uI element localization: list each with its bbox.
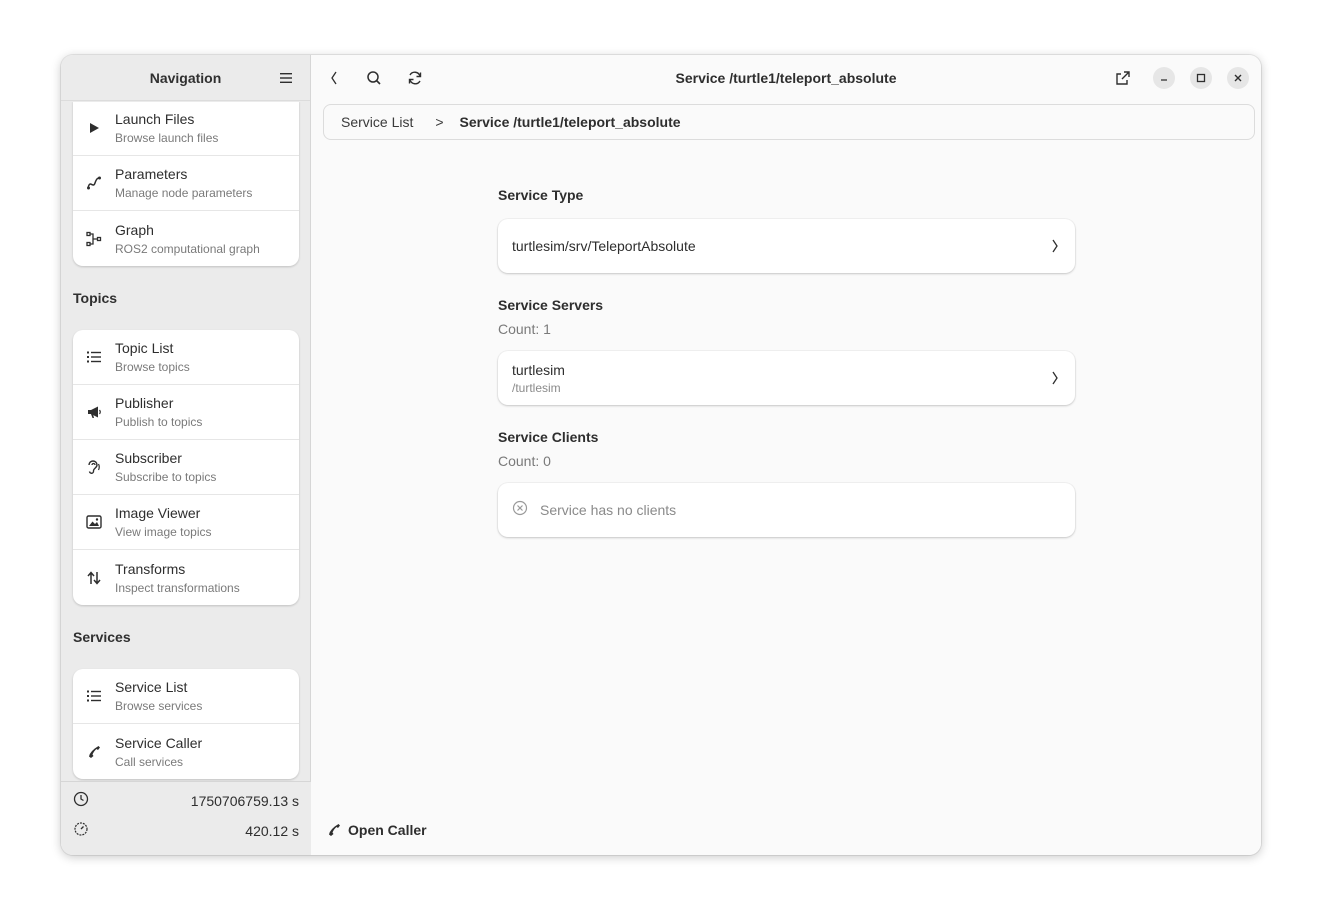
sidebar-scroll-area[interactable]: Launch Files Browse launch files Paramet… xyxy=(61,102,311,781)
image-icon xyxy=(73,515,115,529)
sidebar-item-label: Parameters xyxy=(115,166,188,182)
sidebar-item-service-list[interactable]: Service List Browse services xyxy=(73,669,299,724)
sidebar-item-publisher[interactable]: Publisher Publish to topics xyxy=(73,385,299,440)
sidebar: Navigation Launch Files Browse launch fi… xyxy=(61,55,311,855)
nav-group-topics: Topic List Browse topics Publisher Publi… xyxy=(73,330,299,605)
transform-arrows-icon xyxy=(73,570,115,586)
sidebar-item-label: Launch Files xyxy=(115,111,195,127)
sidebar-item-subtitle: Publish to topics xyxy=(115,415,203,429)
sidebar-item-label: Publisher xyxy=(115,395,174,411)
ear-icon xyxy=(73,459,115,475)
sidebar-item-subtitle: Browse services xyxy=(115,699,203,713)
wall-time-row: 1750706759.13 s xyxy=(61,786,311,816)
sidebar-item-parameters[interactable]: Parameters Manage node parameters xyxy=(73,156,299,211)
open-external-icon[interactable] xyxy=(1111,66,1135,90)
sidebar-item-subtitle: Call services xyxy=(115,754,184,769)
server-row[interactable]: turtlesim /turtlesim xyxy=(498,351,1075,405)
sidebar-item-subtitle: Browse topics xyxy=(115,360,190,374)
service-servers-heading: Service Servers xyxy=(498,297,604,313)
clients-empty-state: Service has no clients xyxy=(498,483,1075,537)
elapsed-time-row: 420.12 s xyxy=(61,816,311,846)
hamburger-menu-icon[interactable] xyxy=(278,70,294,86)
maximize-button[interactable] xyxy=(1190,67,1212,89)
breadcrumb-current: Service /turtle1/teleport_absolute xyxy=(459,114,681,130)
sidebar-item-subscriber[interactable]: Subscriber Subscribe to topics xyxy=(73,440,299,495)
list-icon xyxy=(73,690,115,702)
sidebar-item-label: Image Viewer xyxy=(115,505,201,521)
sidebar-item-image-viewer[interactable]: Image Viewer View image topics xyxy=(73,495,299,550)
sidebar-item-label: Topic List xyxy=(115,340,174,356)
parameters-icon xyxy=(73,175,115,191)
sidebar-item-subtitle: Manage node parameters xyxy=(115,186,253,200)
service-clients-count: Count: 0 xyxy=(498,453,551,469)
sidebar-item-subtitle: Inspect transformations xyxy=(115,580,240,595)
header-bar: Service /turtle1/teleport_absolute xyxy=(311,55,1261,101)
stopwatch-icon xyxy=(73,821,89,842)
sidebar-item-subtitle: View image topics xyxy=(115,525,212,539)
main-panel: Service /turtle1/teleport_absolute Servi… xyxy=(311,55,1261,855)
sidebar-item-topic-list[interactable]: Topic List Browse topics xyxy=(73,330,299,385)
no-clients-icon xyxy=(512,500,528,521)
phone-icon xyxy=(327,823,341,837)
open-caller-button[interactable]: Open Caller xyxy=(327,822,427,838)
section-title-topics: Topics xyxy=(73,290,118,306)
minimize-button[interactable] xyxy=(1153,67,1175,89)
back-icon[interactable] xyxy=(322,66,346,90)
no-clients-text: Service has no clients xyxy=(540,502,677,518)
search-icon[interactable] xyxy=(362,66,386,90)
sidebar-item-label: Service List xyxy=(115,679,188,695)
section-title-services: Services xyxy=(73,629,131,645)
sidebar-item-subtitle: ROS2 computational graph xyxy=(115,241,260,256)
megaphone-icon xyxy=(73,404,115,420)
sidebar-item-label: Subscriber xyxy=(115,450,182,466)
phone-icon xyxy=(73,745,115,759)
sidebar-item-label: Transforms xyxy=(115,560,186,577)
sidebar-footer: 1750706759.13 s 420.12 s xyxy=(61,781,311,855)
nav-group-services: Service List Browse services Service Cal… xyxy=(73,669,299,779)
sidebar-item-label: Service Caller xyxy=(115,734,203,751)
list-icon xyxy=(73,351,115,363)
sidebar-item-service-caller[interactable]: Service Caller Call services xyxy=(73,724,299,779)
sidebar-item-graph[interactable]: Graph ROS2 computational graph xyxy=(73,211,299,266)
wall-time-value: 1750706759.13 s xyxy=(190,793,299,809)
breadcrumb-separator: > xyxy=(435,114,444,130)
service-type-row[interactable]: turtlesim/srv/TeleportAbsolute xyxy=(498,219,1075,273)
chevron-right-icon xyxy=(1035,371,1075,385)
service-servers-count: Count: 1 xyxy=(498,321,551,337)
sidebar-item-label: Graph xyxy=(115,221,154,238)
sidebar-item-launch-files[interactable]: Launch Files Browse launch files xyxy=(73,102,299,156)
open-caller-label: Open Caller xyxy=(348,822,427,838)
sidebar-item-transforms[interactable]: Transforms Inspect transformations xyxy=(73,550,299,605)
sidebar-item-subtitle: Subscribe to topics xyxy=(115,470,217,484)
nav-group-tools: Launch Files Browse launch files Paramet… xyxy=(73,102,299,266)
refresh-icon[interactable] xyxy=(403,66,427,90)
elapsed-time-value: 420.12 s xyxy=(245,823,299,839)
service-clients-heading: Service Clients xyxy=(498,429,599,445)
breadcrumb-service-list[interactable]: Service List xyxy=(341,114,413,130)
server-path: /turtlesim xyxy=(512,380,561,395)
chevron-right-icon xyxy=(1035,239,1075,253)
close-button[interactable] xyxy=(1227,67,1249,89)
play-icon xyxy=(73,122,115,134)
sidebar-item-subtitle: Browse launch files xyxy=(115,131,219,145)
service-type-heading: Service Type xyxy=(498,187,584,203)
clock-icon xyxy=(73,791,89,812)
sidebar-title: Navigation xyxy=(149,69,222,86)
breadcrumb: Service List > Service /turtle1/teleport… xyxy=(323,104,1255,140)
service-type-value: turtlesim/srv/TeleportAbsolute xyxy=(512,238,696,254)
sidebar-header: Navigation xyxy=(61,55,310,101)
graph-icon xyxy=(73,231,115,247)
app-window: Navigation Launch Files Browse launch fi… xyxy=(61,55,1261,855)
server-name: turtlesim xyxy=(512,361,565,378)
